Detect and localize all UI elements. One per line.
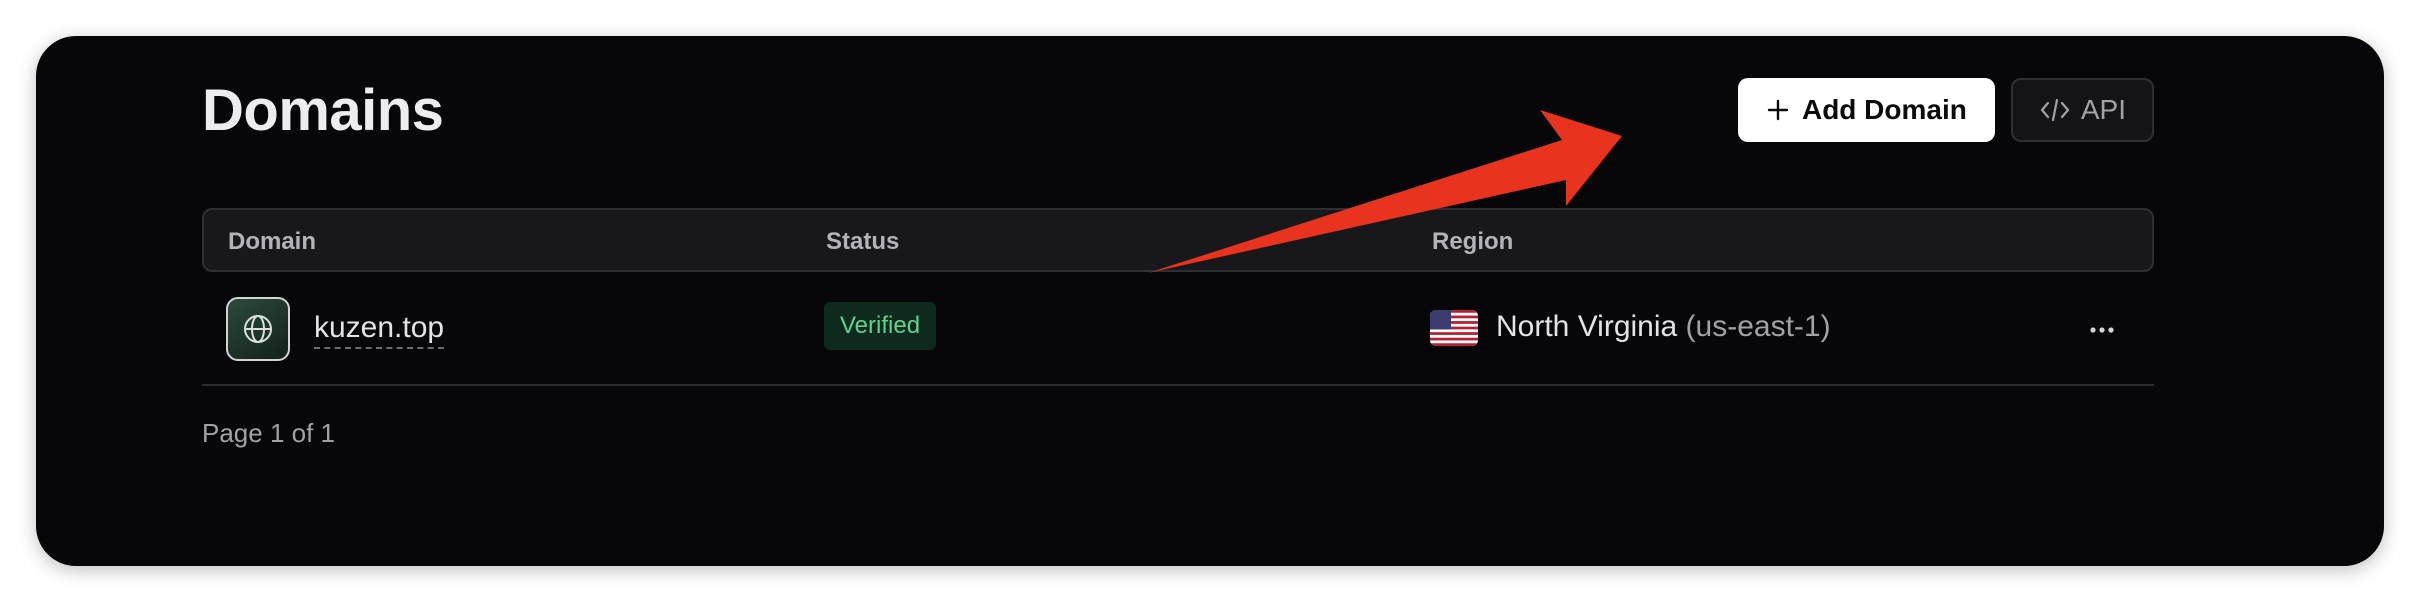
plus-icon	[1767, 99, 1789, 121]
table-row[interactable]: kuzen.top Verified North Virginia (us-ea…	[202, 272, 2154, 386]
header-actions: Add Domain API	[1737, 78, 2154, 142]
add-domain-label: Add Domain	[1801, 94, 1967, 125]
status-badge: Verified	[824, 302, 937, 350]
region-code: (us-east-1)	[1685, 310, 1831, 343]
add-domain-button[interactable]: Add Domain	[1737, 78, 1995, 142]
domain-name-link[interactable]: kuzen.top	[314, 311, 445, 349]
more-actions-button[interactable]	[2082, 310, 2122, 350]
region-name: North Virginia	[1496, 310, 1678, 343]
page-title: Domains	[202, 78, 444, 143]
column-header-domain[interactable]: Domain	[228, 228, 316, 256]
globe-icon	[226, 297, 290, 361]
api-button[interactable]: API	[2010, 78, 2154, 142]
code-icon	[2040, 98, 2069, 122]
pagination-label: Page 1 of 1	[202, 418, 335, 448]
us-flag-icon	[1430, 310, 1478, 346]
app-window: Domains Add Domain API Domain Status Reg…	[36, 36, 2384, 566]
more-horizontal-icon	[2090, 327, 2114, 333]
column-header-region[interactable]: Region	[1432, 228, 1513, 256]
main-content: Domains Add Domain API Domain Status Reg…	[202, 36, 2154, 566]
region-label: North Virginia (us-east-1)	[1496, 310, 1831, 344]
table-header: Domain Status Region	[202, 208, 2154, 272]
column-header-status[interactable]: Status	[826, 228, 899, 256]
api-label: API	[2080, 94, 2126, 125]
